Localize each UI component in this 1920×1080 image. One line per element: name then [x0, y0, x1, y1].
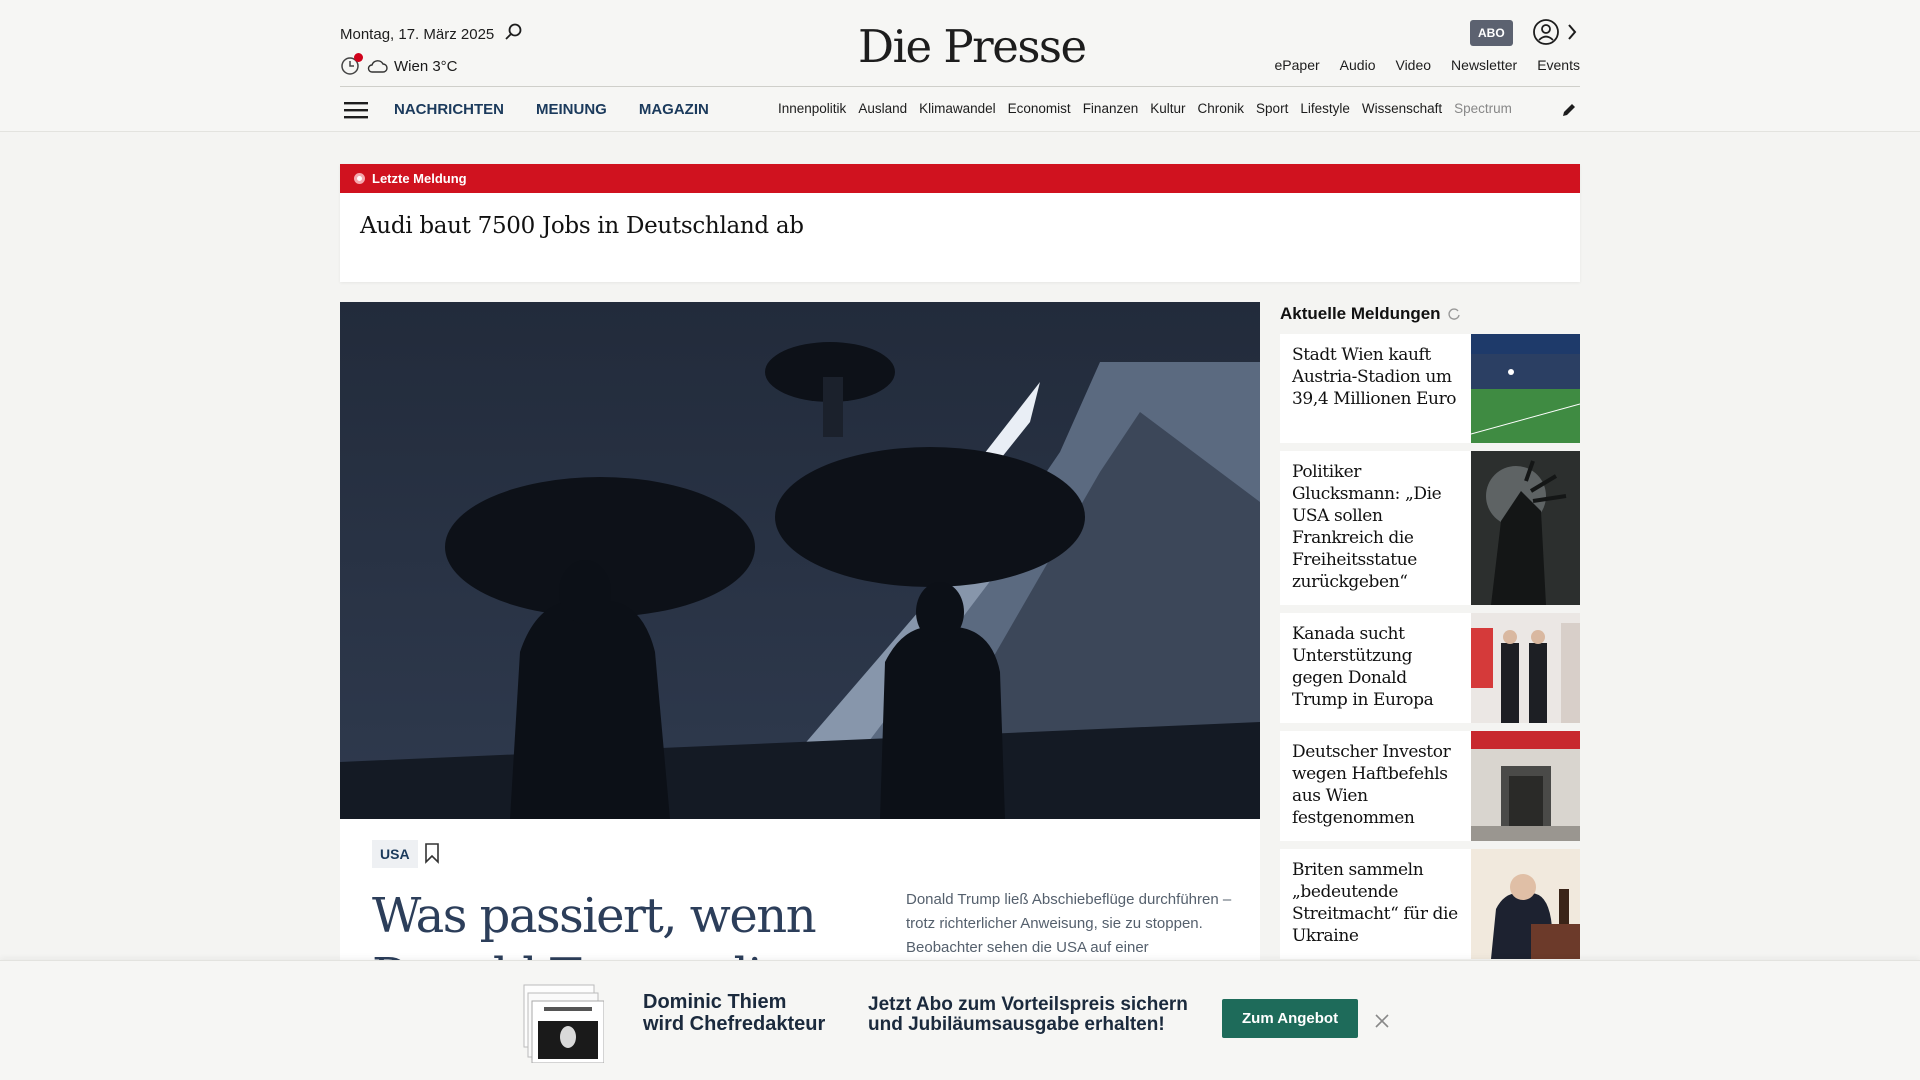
nav-ausland[interactable]: Ausland	[858, 101, 907, 116]
news-item-title[interactable]: Deutscher Investor wegen Haftbefehls aus…	[1280, 731, 1471, 841]
subscription-banner: Dominic Thiem wird Chefredakteur Jetzt A…	[0, 960, 1920, 1080]
user-icon[interactable]	[1532, 18, 1560, 46]
nav-kultur[interactable]: Kultur	[1150, 101, 1185, 116]
promo-offer-line1: Jetzt Abo zum Vorteilspreis sichern	[868, 994, 1188, 1015]
news-thumbnail[interactable]	[1471, 849, 1580, 959]
news-thumbnail[interactable]	[1471, 613, 1580, 723]
nav-klimawandel[interactable]: Klimawandel	[919, 101, 996, 116]
abo-badge[interactable]: ABO	[1470, 20, 1513, 46]
newspaper-stack-icon	[523, 984, 604, 1063]
news-thumbnail[interactable]	[1471, 731, 1580, 841]
promo-name-line2: wird Chefredakteur	[643, 1013, 826, 1035]
breaking-headline[interactable]: Audi baut 7500 Jobs in Deutschland ab	[340, 193, 1580, 259]
main-navbar: NACHRICHTEN MEINUNG MAGAZIN Innenpolitik…	[340, 86, 1580, 132]
news-item-title[interactable]: Stadt Wien kauft Austria-Stadion um 39,4…	[1280, 334, 1471, 443]
top-links: ePaper Audio Video Newsletter Events	[1275, 57, 1580, 73]
breaking-news-box[interactable]: Letzte Meldung Audi baut 7500 Jobs in De…	[340, 164, 1580, 282]
news-item[interactable]: Politiker Glucksmann: „Die USA sollen Fr…	[1280, 451, 1580, 605]
weather-text: Wien 3°C	[394, 57, 458, 75]
weather-widget[interactable]: Wien 3°C	[340, 53, 458, 76]
bookmark-icon[interactable]	[424, 842, 440, 864]
news-item-title[interactable]: Politiker Glucksmann: „Die USA sollen Fr…	[1280, 451, 1471, 605]
news-item[interactable]: Stadt Wien kauft Austria-Stadion um 39,4…	[1280, 334, 1580, 443]
link-events[interactable]: Events	[1537, 57, 1580, 73]
main-nav: NACHRICHTEN MEINUNG MAGAZIN	[394, 101, 709, 118]
link-epaper[interactable]: ePaper	[1275, 57, 1320, 73]
current-date: Montag, 17. März 2025	[340, 26, 495, 43]
chevron-right-icon[interactable]	[1566, 22, 1578, 42]
section-nav: Innenpolitik Ausland Klimawandel Economi…	[778, 101, 1538, 116]
news-item[interactable]: Deutscher Investor wegen Haftbefehls aus…	[1280, 731, 1580, 841]
nav-lifestyle[interactable]: Lifestyle	[1300, 101, 1350, 116]
cloud-icon	[367, 60, 388, 73]
refresh-icon	[1447, 308, 1460, 320]
hamburger-menu-icon[interactable]	[344, 101, 368, 119]
nav-finanzen[interactable]: Finanzen	[1083, 101, 1139, 116]
sidebar-heading-text: Aktuelle Meldungen	[1280, 304, 1441, 323]
breaking-label: Letzte Meldung	[372, 171, 467, 186]
promo-offer-line2: und Jubiläumsausgabe erhalten!	[868, 1014, 1165, 1035]
live-dot-icon	[354, 173, 365, 184]
site-logo[interactable]: Die Presse	[858, 20, 1087, 73]
clock-icon	[340, 53, 363, 76]
news-item-title[interactable]: Briten sammeln „bedeutende Streitmacht“ …	[1280, 849, 1471, 959]
pencil-icon[interactable]	[1560, 101, 1578, 119]
site-header: Montag, 17. März 2025 Wien 3°C Die Press…	[0, 0, 1920, 132]
promo-offer: Jetzt Abo zum Vorteilspreis sichern und …	[868, 995, 1188, 1035]
news-item[interactable]: Kanada sucht Unterstützung gegen Donald …	[1280, 613, 1580, 723]
nav-meinung[interactable]: MEINUNG	[536, 101, 607, 118]
promo-headline: Dominic Thiem wird Chefredakteur	[643, 991, 825, 1035]
nav-sport[interactable]: Sport	[1256, 101, 1288, 116]
hero-image[interactable]	[340, 302, 1260, 819]
latest-news-sidebar: Aktuelle Meldungen Stadt Wien kauft Aust…	[1280, 302, 1580, 967]
news-item[interactable]: Briten sammeln „bedeutende Streitmacht“ …	[1280, 849, 1580, 959]
nav-magazin[interactable]: MAGAZIN	[639, 101, 709, 118]
link-audio[interactable]: Audio	[1340, 57, 1376, 73]
link-newsletter[interactable]: Newsletter	[1451, 57, 1517, 73]
news-thumbnail[interactable]	[1471, 334, 1580, 443]
close-icon[interactable]	[1374, 1013, 1390, 1029]
breaking-news-bar: Letzte Meldung	[340, 164, 1580, 193]
link-video[interactable]: Video	[1395, 57, 1431, 73]
hero-teaser: Donald Trump ließ Abschiebeflüge durchfü…	[906, 891, 1232, 956]
nav-wissenschaft[interactable]: Wissenschaft	[1362, 101, 1442, 116]
category-tag[interactable]: USA	[372, 840, 418, 868]
search-icon[interactable]	[504, 22, 524, 42]
nav-innenpolitik[interactable]: Innenpolitik	[778, 101, 846, 116]
news-thumbnail[interactable]	[1471, 451, 1580, 605]
nav-economist[interactable]: Economist	[1008, 101, 1071, 116]
promo-name-line1: Dominic Thiem	[643, 991, 787, 1013]
offer-button[interactable]: Zum Angebot	[1222, 999, 1359, 1038]
nav-nachrichten[interactable]: NACHRICHTEN	[394, 101, 504, 118]
sidebar-heading: Aktuelle Meldungen	[1280, 302, 1580, 326]
nav-chronik[interactable]: Chronik	[1198, 101, 1245, 116]
news-item-title[interactable]: Kanada sucht Unterstützung gegen Donald …	[1280, 613, 1471, 723]
nav-spectrum[interactable]: Spectrum	[1454, 101, 1512, 116]
